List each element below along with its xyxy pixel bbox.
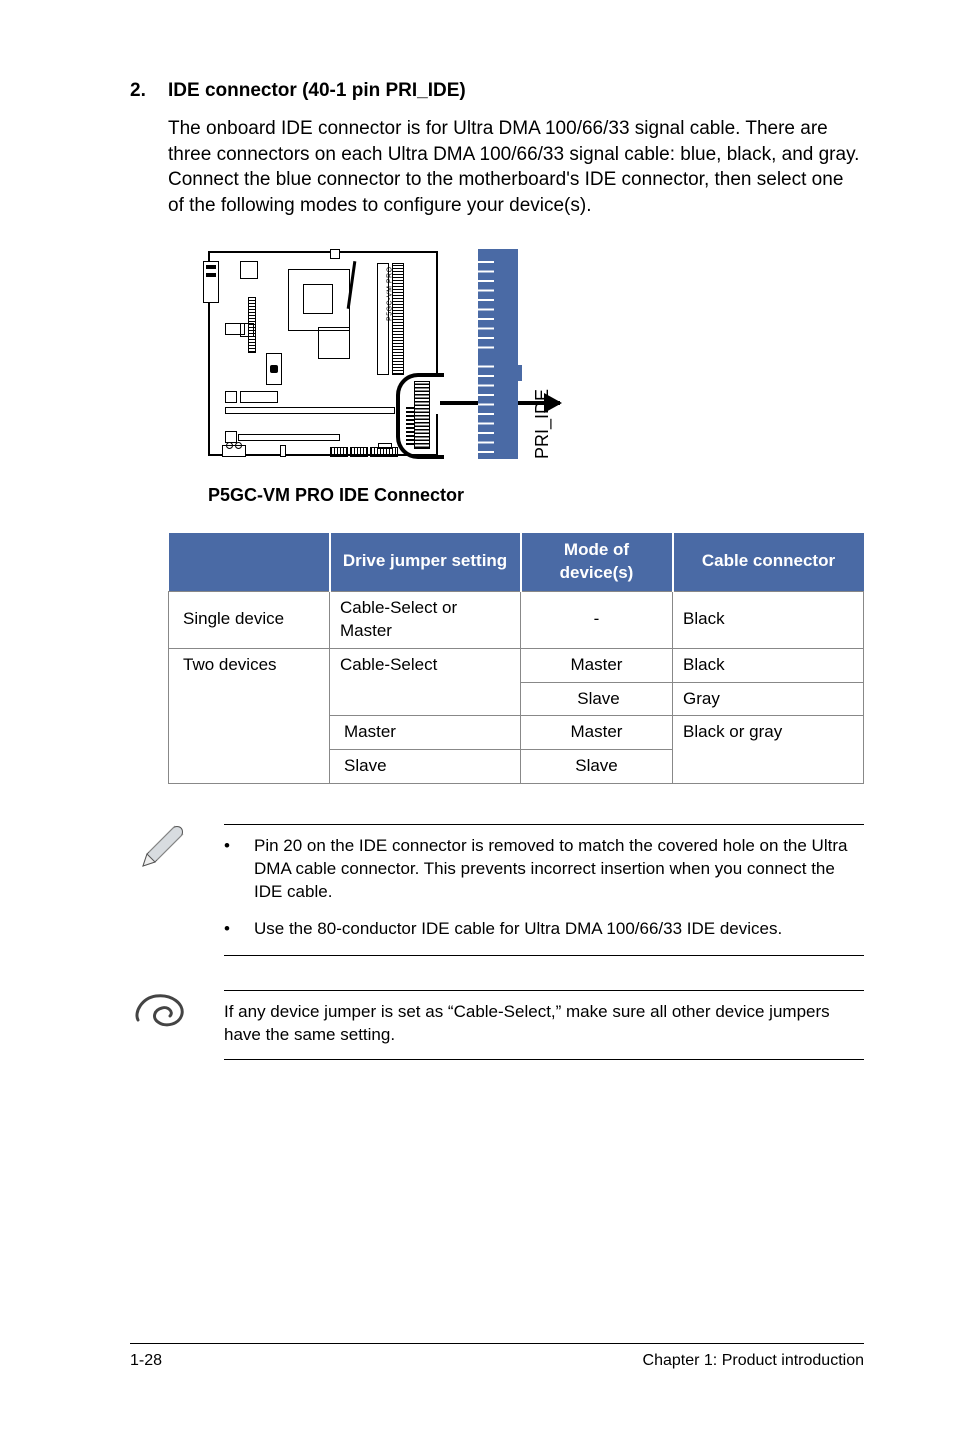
intro-paragraph: The onboard IDE connector is for Ultra D… (168, 116, 864, 219)
cell: - (521, 591, 673, 648)
diagram-caption: P5GC-VM PRO IDE Connector (208, 483, 864, 507)
brand-badge-icon (266, 353, 282, 385)
note-text: If any device jumper is set as “Cable-Se… (224, 1001, 864, 1047)
pencil-icon (130, 824, 190, 874)
cell: Slave (521, 682, 673, 716)
heading-number: 2. (130, 80, 168, 102)
cell: Cable-Select or Master (330, 591, 521, 648)
cell: Black (673, 591, 864, 648)
bullet-icon: • (224, 835, 230, 904)
board-outline: P5GC-VM PRO (208, 251, 438, 456)
note-box-warning: If any device jumper is set as “Cable-Se… (130, 990, 864, 1060)
cell: Master (521, 648, 673, 682)
board-model-label: P5GC-VM PRO (386, 267, 395, 322)
cell: Gray (673, 682, 864, 716)
th-cable: Cable connector (673, 533, 864, 591)
table-row: Two devices Cable-Select Master Black (169, 648, 864, 682)
cell: Black (673, 648, 864, 682)
motherboard-diagram: P5GC-VM PRO (208, 249, 864, 459)
note-text: Use the 80-conductor IDE cable for Ultra… (254, 918, 782, 941)
page-footer: 1-28 Chapter 1: Product introduction (130, 1343, 864, 1370)
table-row: Single device Cable-Select or Master - B… (169, 591, 864, 648)
connector-pin-label: PRI_IDE (530, 383, 554, 459)
heading-title: IDE connector (40-1 pin PRI_IDE) (168, 80, 466, 102)
chapter-label: Chapter 1: Product introduction (643, 1352, 864, 1370)
ide-connector-icon (478, 249, 518, 459)
cell: Slave (330, 750, 521, 784)
th-blank (169, 533, 330, 591)
page-number: 1-28 (130, 1352, 162, 1370)
section-heading: 2. IDE connector (40-1 pin PRI_IDE) (130, 80, 864, 102)
th-jumper: Drive jumper setting (330, 533, 521, 591)
cell: Master (330, 716, 521, 750)
jumper-settings-table: Drive jumper setting Mode of device(s) C… (168, 533, 864, 785)
th-mode: Mode of device(s) (521, 533, 673, 591)
bullet-icon: • (224, 918, 230, 941)
ide-location-highlight-icon (396, 373, 444, 459)
paperclip-icon (130, 990, 190, 1036)
cell: Single device (169, 591, 330, 648)
cell: Two devices (169, 648, 330, 784)
note-box-tips: • Pin 20 on the IDE connector is removed… (130, 824, 864, 956)
cpu-socket-icon (288, 269, 350, 331)
cell: Black or gray (673, 716, 864, 784)
cell: Slave (521, 750, 673, 784)
cell: Master (521, 716, 673, 750)
cell: Cable-Select (330, 648, 521, 716)
note-text: Pin 20 on the IDE connector is removed t… (254, 835, 864, 904)
